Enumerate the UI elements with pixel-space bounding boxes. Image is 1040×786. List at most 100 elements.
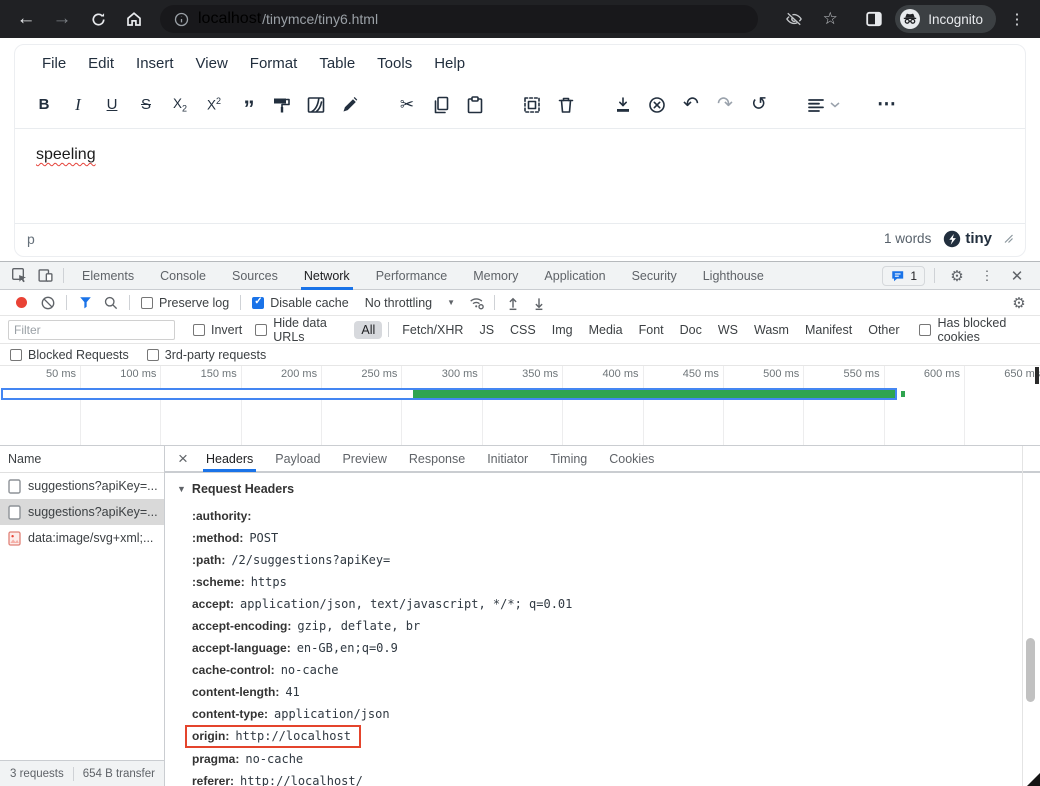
filter-type-other[interactable]: Other	[861, 321, 906, 339]
menu-view[interactable]: View	[185, 51, 239, 76]
tab-sources[interactable]: Sources	[219, 262, 291, 290]
italic-button[interactable]: I	[61, 88, 95, 121]
tab-application[interactable]: Application	[531, 262, 618, 290]
forward-icon[interactable]: →	[44, 4, 80, 34]
invert-checkbox[interactable]: Invert	[193, 323, 242, 337]
blocked-requests-checkbox[interactable]: Blocked Requests	[10, 348, 129, 362]
timeline-scrollbar[interactable]	[1035, 367, 1039, 384]
filter-type-fetch-xhr[interactable]: Fetch/XHR	[395, 321, 470, 339]
import-har-icon[interactable]	[500, 291, 526, 315]
filter-type-media[interactable]: Media	[582, 321, 630, 339]
scrollbar-thumb[interactable]	[1026, 638, 1035, 702]
back-icon[interactable]: ←	[8, 4, 44, 34]
more-button[interactable]: ⋯	[870, 88, 904, 121]
blockquote-button[interactable]: ”	[231, 88, 265, 121]
superscript-button[interactable]: X2	[197, 88, 231, 121]
menu-tools[interactable]: Tools	[366, 51, 423, 76]
chrome-menu-icon[interactable]: ⋮	[1002, 4, 1032, 34]
devtools-close-icon[interactable]: ✕	[1004, 264, 1030, 288]
filter-type-font[interactable]: Font	[632, 321, 671, 339]
throttling-select[interactable]: No throttling ▼	[365, 296, 455, 310]
tiny-brand[interactable]: tiny	[943, 230, 992, 248]
tab-security[interactable]: Security	[619, 262, 690, 290]
redo-button[interactable]: ↷	[708, 88, 742, 121]
element-path[interactable]: p	[27, 231, 35, 247]
resize-handle-icon[interactable]	[1004, 234, 1013, 243]
menu-edit[interactable]: Edit	[77, 51, 125, 76]
bold-button[interactable]: B	[27, 88, 61, 121]
format-painter-button[interactable]	[265, 88, 299, 121]
misspelled-word[interactable]: speeling	[36, 146, 96, 163]
filter-type-ws[interactable]: WS	[711, 321, 745, 339]
bookmark-star-icon[interactable]: ☆	[815, 4, 845, 34]
filter-type-manifest[interactable]: Manifest	[798, 321, 859, 339]
tab-elements[interactable]: Elements	[69, 262, 147, 290]
paste-button[interactable]	[458, 88, 492, 121]
tab-network[interactable]: Network	[291, 262, 363, 290]
detail-tab-initiator[interactable]: Initiator	[476, 446, 539, 472]
detail-tab-cookies[interactable]: Cookies	[598, 446, 665, 472]
request-row[interactable]: suggestions?apiKey=...	[0, 473, 164, 499]
filter-type-js[interactable]: JS	[472, 321, 501, 339]
url-bar[interactable]: localhost/tinymce/tiny6.html	[160, 5, 758, 33]
filter-funnel-icon[interactable]	[72, 291, 98, 315]
tab-console[interactable]: Console	[147, 262, 219, 290]
network-search-icon[interactable]	[98, 291, 124, 315]
restore-draft-button[interactable]: ↺	[742, 88, 776, 121]
request-row[interactable]: suggestions?apiKey=...	[0, 499, 164, 525]
home-icon[interactable]	[116, 4, 152, 34]
clear-icon[interactable]	[35, 291, 61, 315]
undo-button[interactable]: ↶	[674, 88, 708, 121]
incognito-badge[interactable]: Incognito	[895, 5, 996, 33]
request-headers-section[interactable]: ▼ Request Headers	[177, 482, 1040, 496]
issues-badge[interactable]: 1	[882, 266, 925, 286]
word-count[interactable]: 1 words	[884, 231, 931, 246]
request-row[interactable]: data:image/svg+xml;...	[0, 525, 164, 551]
tab-performance[interactable]: Performance	[363, 262, 461, 290]
detail-tab-headers[interactable]: Headers	[195, 446, 264, 472]
cancel-button[interactable]	[640, 88, 674, 121]
menu-format[interactable]: Format	[239, 51, 309, 76]
export-har-icon[interactable]	[526, 291, 552, 315]
filter-type-doc[interactable]: Doc	[673, 321, 709, 339]
filter-input[interactable]	[8, 320, 175, 340]
inspect-element-icon[interactable]	[6, 264, 32, 288]
devtools-menu-icon[interactable]: ⋮	[974, 264, 1000, 288]
privacy-eye-icon[interactable]	[779, 4, 809, 34]
resize-corner[interactable]	[1027, 773, 1040, 786]
permanent-pen-button[interactable]	[333, 88, 367, 121]
menu-insert[interactable]: Insert	[125, 51, 185, 76]
align-button[interactable]	[799, 88, 847, 121]
name-column-header[interactable]: Name	[0, 446, 164, 473]
device-toolbar-icon[interactable]	[32, 264, 58, 288]
record-icon[interactable]	[16, 297, 27, 308]
editor-content[interactable]: speeling	[15, 128, 1025, 223]
tab-lighthouse[interactable]: Lighthouse	[690, 262, 777, 290]
network-conditions-icon[interactable]	[463, 291, 489, 315]
strikethrough-button[interactable]: S	[129, 88, 163, 121]
preserve-log-checkbox[interactable]: Preserve log	[141, 296, 229, 310]
detail-tab-timing[interactable]: Timing	[539, 446, 598, 472]
select-all-button[interactable]	[515, 88, 549, 121]
filter-type-css[interactable]: CSS	[503, 321, 543, 339]
copy-button[interactable]	[424, 88, 458, 121]
filter-type-all[interactable]: All	[354, 321, 382, 339]
save-button[interactable]	[606, 88, 640, 121]
info-icon[interactable]	[174, 12, 189, 27]
detail-close-icon[interactable]: ×	[171, 447, 195, 471]
edit-image-button[interactable]	[299, 88, 333, 121]
side-panel-icon[interactable]	[859, 4, 889, 34]
detail-tab-payload[interactable]: Payload	[264, 446, 331, 472]
third-party-checkbox[interactable]: 3rd-party requests	[147, 348, 266, 362]
network-settings-icon[interactable]: ⚙	[1006, 291, 1032, 315]
tab-memory[interactable]: Memory	[460, 262, 531, 290]
menu-table[interactable]: Table	[308, 51, 366, 76]
overview-waterfall-bar[interactable]	[1, 388, 897, 400]
menu-help[interactable]: Help	[423, 51, 476, 76]
menu-file[interactable]: File	[31, 51, 77, 76]
disable-cache-checkbox[interactable]: Disable cache	[252, 296, 349, 310]
reload-icon[interactable]	[80, 4, 116, 34]
hide-data-urls-checkbox[interactable]: Hide data URLs	[255, 316, 345, 344]
filter-type-img[interactable]: Img	[545, 321, 580, 339]
delete-button[interactable]	[549, 88, 583, 121]
